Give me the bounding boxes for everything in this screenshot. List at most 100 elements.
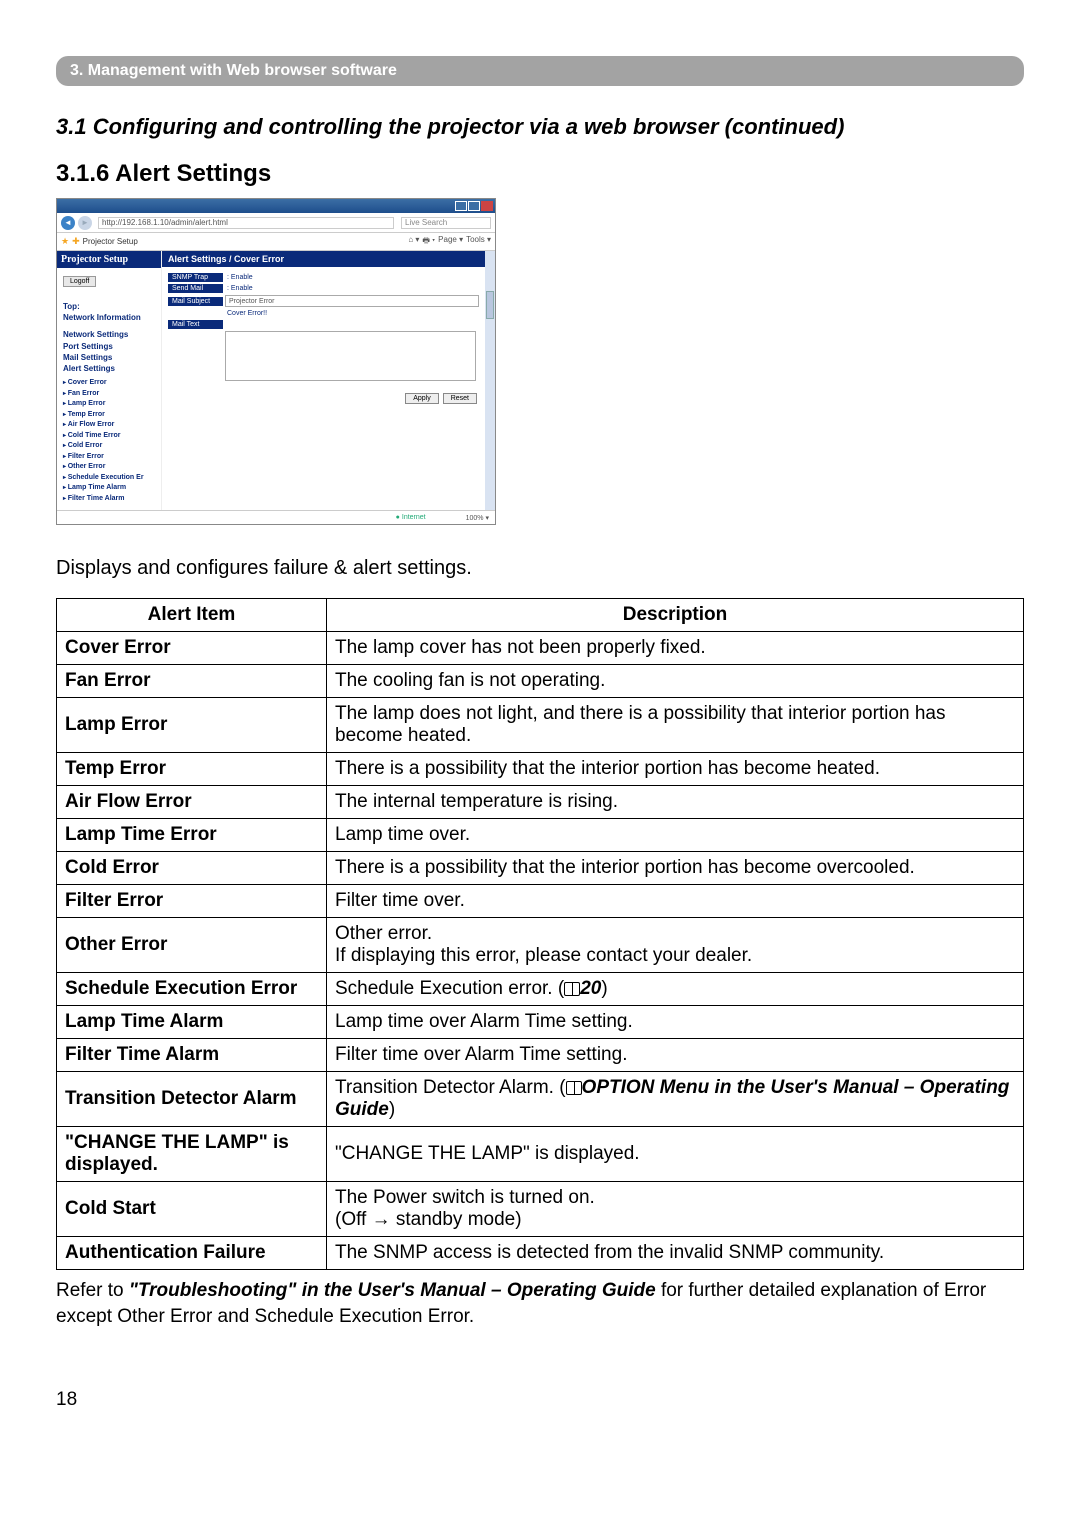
table-row: "CHANGE THE LAMP" is displayed."CHANGE T… [57, 1127, 1024, 1182]
send-mail-label: Send Mail [168, 284, 223, 293]
close-icon[interactable] [481, 201, 493, 211]
footnote: Refer to "Troubleshooting" in the User's… [56, 1278, 1024, 1329]
mail-text-input[interactable] [225, 331, 476, 381]
subnav-item[interactable]: Filter Error [63, 452, 155, 463]
address-bar[interactable]: http://192.168.1.10/admin/alert.html [98, 217, 394, 229]
alert-item: Transition Detector Alarm [57, 1072, 327, 1127]
alert-item: Schedule Execution Error [57, 973, 327, 1006]
alert-description: The internal temperature is rising. [327, 786, 1024, 819]
send-mail-value[interactable]: : Enable [223, 284, 257, 293]
nav-network-info[interactable]: Network Information [63, 312, 155, 323]
table-row: Lamp ErrorThe lamp does not light, and t… [57, 698, 1024, 753]
table-row: Cover ErrorThe lamp cover has not been p… [57, 632, 1024, 665]
subnav-item[interactable]: Air Flow Error [63, 420, 155, 431]
subnav-item[interactable]: Cold Error [63, 441, 155, 452]
manual-ref-icon [566, 1081, 582, 1095]
nav-item[interactable]: Network Settings [63, 329, 155, 340]
alert-description: Other error.If displaying this error, pl… [327, 918, 1024, 973]
manual-ref-icon [564, 982, 580, 996]
nav-item[interactable]: Alert Settings [63, 363, 155, 374]
alert-description: The SNMP access is detected from the inv… [327, 1237, 1024, 1270]
zoom-level[interactable]: 100% ▾ [466, 514, 489, 522]
browser-tab[interactable]: ★ ✚ Projector Setup [61, 236, 138, 247]
scrollbar[interactable] [485, 251, 495, 510]
nav-item[interactable]: Mail Settings [63, 352, 155, 363]
browser-tools: ⌂ ▾ 🖶 ▾ Page ▾ Tools ▾ [408, 235, 491, 249]
logoff-button[interactable]: Logoff [63, 276, 96, 287]
browser-screenshot: ◄ ► http://192.168.1.10/admin/alert.html… [56, 198, 496, 525]
mail-text-label: Mail Text [168, 320, 223, 329]
subnav-item[interactable]: Other Error [63, 462, 155, 473]
main-panel: Alert Settings / Cover Error SNMP Trap :… [162, 251, 485, 510]
alert-item: Lamp Time Alarm [57, 1006, 327, 1039]
scrollbar-thumb[interactable] [486, 291, 494, 319]
section-heading: 3.1.6 Alert Settings [56, 160, 1024, 188]
nav-top[interactable]: Top: [63, 301, 155, 312]
back-icon[interactable]: ◄ [61, 216, 75, 230]
subnav-item-active[interactable]: Cover Error [63, 378, 155, 389]
add-favorite-icon[interactable]: ✚ [72, 236, 80, 247]
alert-description: There is a possibility that the interior… [327, 753, 1024, 786]
table-row: Air Flow ErrorThe internal temperature i… [57, 786, 1024, 819]
alert-item: Filter Time Alarm [57, 1039, 327, 1072]
sidebar-subnav: Cover Error Fan Error Lamp Error Temp Er… [57, 378, 161, 510]
zone-indicator: ● Internet [396, 514, 426, 521]
section-subtitle: 3.1 Configuring and controlling the proj… [56, 114, 1024, 140]
subnav-item[interactable]: Fan Error [63, 389, 155, 400]
search-input[interactable]: Live Search [401, 217, 491, 229]
tab-row: ★ ✚ Projector Setup ⌂ ▾ 🖶 ▾ Page ▾ Tools… [57, 233, 495, 251]
alert-item: Temp Error [57, 753, 327, 786]
browser-toolbar: ◄ ► http://192.168.1.10/admin/alert.html… [57, 213, 495, 233]
print-icon[interactable]: 🖶 ▾ [422, 235, 435, 249]
reset-button[interactable]: Reset [443, 393, 477, 404]
alert-description: The Power switch is turned on.(Off → sta… [327, 1182, 1024, 1237]
obj-name: Cover Error!! [223, 309, 271, 318]
table-row: Cold StartThe Power switch is turned on.… [57, 1182, 1024, 1237]
alert-description: Transition Detector Alarm. (OPTION Menu … [327, 1072, 1024, 1127]
alert-description: There is a possibility that the interior… [327, 852, 1024, 885]
alert-item: Lamp Error [57, 698, 327, 753]
table-row: Temp ErrorThere is a possibility that th… [57, 753, 1024, 786]
apply-button[interactable]: Apply [405, 393, 439, 404]
table-row: Fan ErrorThe cooling fan is not operatin… [57, 665, 1024, 698]
subnav-item[interactable]: Cold Time Error [63, 431, 155, 442]
table-row: Other ErrorOther error.If displaying thi… [57, 918, 1024, 973]
alert-description: The lamp cover has not been properly fix… [327, 632, 1024, 665]
alert-item: Cold Error [57, 852, 327, 885]
alert-description: Lamp time over. [327, 819, 1024, 852]
forward-icon[interactable]: ► [78, 216, 92, 230]
subnav-item[interactable]: Schedule Execution Er [63, 473, 155, 484]
nav-item[interactable]: Port Settings [63, 341, 155, 352]
col-header-desc: Description [327, 599, 1024, 632]
table-row: Lamp Time ErrorLamp time over. [57, 819, 1024, 852]
tools-menu[interactable]: Tools ▾ [466, 235, 491, 249]
favorite-icon[interactable]: ★ [61, 236, 69, 247]
home-icon[interactable]: ⌂ ▾ [408, 235, 419, 249]
maximize-icon[interactable] [468, 201, 480, 211]
sidebar-heading: Projector Setup [57, 251, 161, 268]
alert-item: Air Flow Error [57, 786, 327, 819]
subnav-item[interactable]: Lamp Time Alarm [63, 483, 155, 494]
table-row: Transition Detector AlarmTransition Dete… [57, 1072, 1024, 1127]
alert-description: The cooling fan is not operating. [327, 665, 1024, 698]
alert-item: Fan Error [57, 665, 327, 698]
table-row: Authentication FailureThe SNMP access is… [57, 1237, 1024, 1270]
subnav-item[interactable]: Temp Error [63, 410, 155, 421]
subnav-item[interactable]: Lamp Error [63, 399, 155, 410]
table-row: Filter Time AlarmFilter time over Alarm … [57, 1039, 1024, 1072]
alert-description: Filter time over Alarm Time setting. [327, 1039, 1024, 1072]
mail-subject-input[interactable]: Projector Error [225, 295, 479, 307]
alert-item: Cover Error [57, 632, 327, 665]
page-menu[interactable]: Page ▾ [438, 235, 463, 249]
alert-description: The lamp does not light, and there is a … [327, 698, 1024, 753]
alert-item: Cold Start [57, 1182, 327, 1237]
alert-description: "CHANGE THE LAMP" is displayed. [327, 1127, 1024, 1182]
sidebar-nav-top: Top: Network Information [57, 295, 161, 327]
snmp-trap-value[interactable]: : Enable [223, 273, 257, 282]
subnav-item[interactable]: Filter Time Alarm [63, 494, 155, 505]
col-header-item: Alert Item [57, 599, 327, 632]
minimize-icon[interactable] [455, 201, 467, 211]
alert-item: "CHANGE THE LAMP" is displayed. [57, 1127, 327, 1182]
snmp-trap-label: SNMP Trap [168, 273, 223, 282]
alert-form: SNMP Trap : Enable Send Mail : Enable Ma… [162, 267, 485, 387]
